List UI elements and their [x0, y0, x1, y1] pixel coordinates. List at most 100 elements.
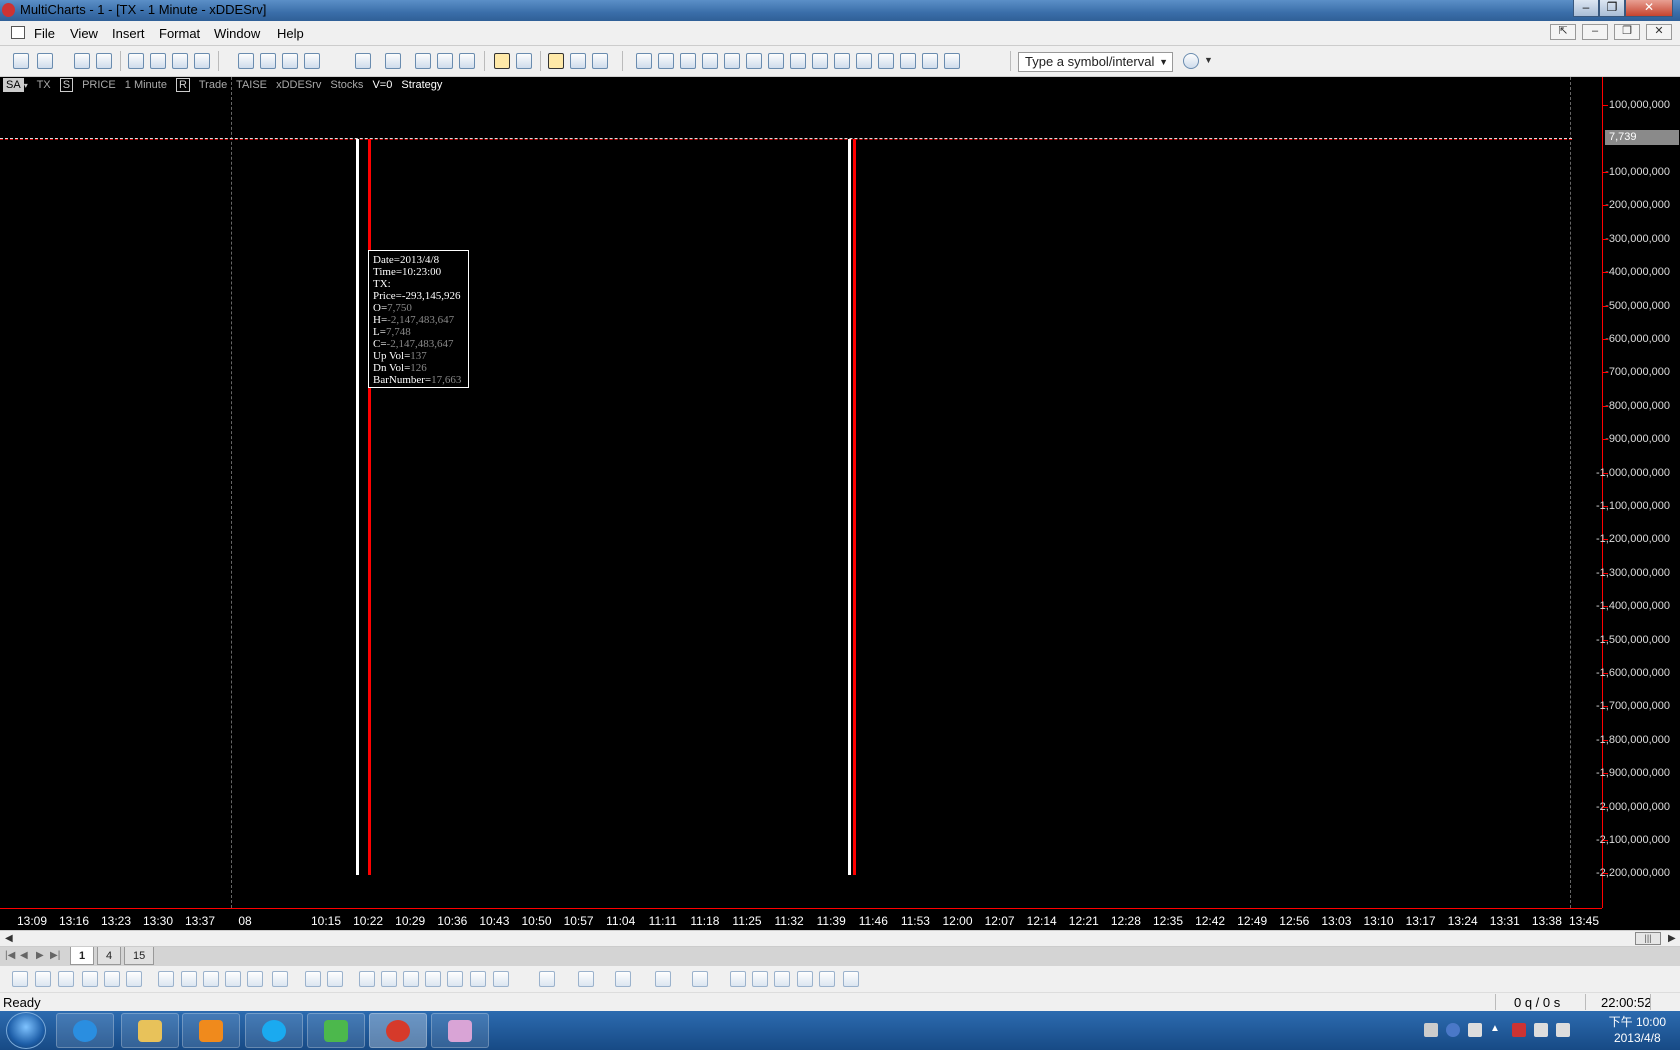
globe-icon[interactable]	[1183, 53, 1199, 69]
format-study-icon[interactable]	[385, 53, 401, 69]
new-icon[interactable]	[13, 53, 29, 69]
scale-down-icon[interactable]	[746, 53, 762, 69]
dom-window-icon[interactable]	[172, 53, 188, 69]
fibonacci-fan-icon[interactable]	[181, 971, 197, 987]
scroll-right-icon[interactable]	[790, 53, 806, 69]
tick-chart-icon[interactable]	[539, 971, 555, 987]
cycle-lines-icon[interactable]	[247, 971, 263, 987]
drag-icon[interactable]	[592, 53, 608, 69]
scroll-left-end-icon[interactable]	[636, 53, 652, 69]
menu-help[interactable]: Help	[277, 26, 304, 41]
week-chart-icon[interactable]	[774, 971, 790, 987]
scale-up-icon[interactable]	[724, 53, 740, 69]
taskbar-ie[interactable]	[56, 1013, 114, 1048]
zoom-bars-out-icon[interactable]	[834, 53, 850, 69]
taskbar-skype[interactable]	[245, 1013, 303, 1048]
chart-area[interactable]: SA ▾ TX S PRICE 1 Minute R Trade TAISE xD…	[0, 77, 1602, 908]
mdi-minimize-button[interactable]: –	[1582, 24, 1608, 40]
close-button[interactable]: ✕	[1625, 0, 1673, 17]
crosshair-icon[interactable]	[516, 53, 532, 69]
arrow-up-icon[interactable]	[493, 971, 509, 987]
document-icon[interactable]	[11, 26, 25, 39]
open-icon[interactable]	[37, 53, 53, 69]
save-icon[interactable]	[74, 53, 90, 69]
prev-sheet-icon[interactable]: ◀	[20, 950, 28, 961]
minute-chart-icon[interactable]	[692, 971, 708, 987]
start-button-icon[interactable]	[6, 1012, 46, 1049]
second-chart-icon[interactable]	[655, 971, 671, 987]
show-hidden-icons-icon[interactable]: ▲	[1490, 1023, 1504, 1037]
s-button[interactable]: S	[59, 78, 74, 92]
scroll-left-arrow-icon[interactable]: ◀	[5, 931, 13, 946]
vertical-line-icon[interactable]	[58, 971, 74, 987]
action-center-icon[interactable]	[1512, 1023, 1526, 1037]
line-chart-icon[interactable]	[282, 53, 298, 69]
text-icon[interactable]	[381, 971, 397, 987]
maximize-button[interactable]: ❐	[1599, 0, 1625, 17]
channel-icon[interactable]	[104, 971, 120, 987]
fibonacci-retracement-icon[interactable]	[158, 971, 174, 987]
arc-icon[interactable]	[447, 971, 463, 987]
taskbar-multicharts[interactable]	[369, 1013, 427, 1048]
year-chart-icon[interactable]	[843, 971, 859, 987]
rectangle-icon[interactable]	[403, 971, 419, 987]
insert-signal-icon[interactable]	[437, 53, 453, 69]
quarter-chart-icon[interactable]	[819, 971, 835, 987]
parallel-lines-icon[interactable]	[82, 971, 98, 987]
chart-window-icon[interactable]	[128, 53, 144, 69]
horizontal-line-icon[interactable]	[35, 971, 51, 987]
regression-channel-icon[interactable]	[305, 971, 321, 987]
multicharts-app-icon[interactable]	[2, 3, 15, 17]
help-icon[interactable]	[1446, 1023, 1460, 1037]
menu-insert[interactable]: Insert	[112, 26, 145, 41]
trendline-icon[interactable]	[12, 971, 28, 987]
first-sheet-icon[interactable]: |◀	[5, 950, 15, 961]
format-symbol-icon[interactable]	[355, 53, 371, 69]
mdi-close-button[interactable]: ✕	[1646, 24, 1672, 40]
minimize-button[interactable]: –	[1573, 0, 1599, 17]
scrollbar-thumb[interactable]: |||	[1635, 932, 1661, 945]
scroll-left-icon[interactable]	[768, 53, 784, 69]
chart-style-icon[interactable]	[304, 53, 320, 69]
scroll-right-end-icon[interactable]	[658, 53, 674, 69]
ellipse-icon[interactable]	[425, 971, 441, 987]
range-chart-icon[interactable]	[615, 971, 631, 987]
time-axis[interactable]: 13:09 13:16 13:23 13:30 13:37 08 10:15 10:22 10:…	[0, 908, 1602, 930]
scroll-right-arrow-icon[interactable]: ▶	[1668, 931, 1676, 946]
pitchfork-icon[interactable]	[126, 971, 142, 987]
gann-fan-icon[interactable]	[225, 971, 241, 987]
scanner-window-icon[interactable]	[150, 53, 166, 69]
menu-view[interactable]: View	[70, 26, 98, 41]
pointer-icon[interactable]	[494, 53, 510, 69]
price-bar-up[interactable]	[848, 139, 851, 875]
mdi-restore-button[interactable]: ❐	[1614, 24, 1640, 40]
keyboard-icon[interactable]	[1424, 1023, 1438, 1037]
sheet-tab-4[interactable]: 4	[97, 947, 122, 965]
refresh-icon[interactable]	[900, 53, 916, 69]
playback-icon[interactable]	[922, 53, 938, 69]
compress-icon[interactable]	[702, 53, 718, 69]
taskbar-messenger[interactable]	[307, 1013, 365, 1048]
chevron-down-icon[interactable]: ▼	[1159, 53, 1168, 71]
day-chart-icon[interactable]	[752, 971, 768, 987]
r-button[interactable]: R	[176, 78, 190, 92]
sheet-tab-1[interactable]: 1	[70, 947, 95, 965]
price-bar-down[interactable]	[853, 139, 856, 875]
sa-button[interactable]: SA	[3, 78, 24, 92]
mdi-float-button[interactable]: ⇱	[1550, 24, 1576, 40]
data-tips-icon[interactable]	[548, 53, 564, 69]
ime-icon[interactable]	[1468, 1023, 1482, 1037]
grid-icon[interactable]	[327, 971, 343, 987]
menu-file[interactable]: File	[34, 26, 55, 41]
arrow-down-icon[interactable]	[470, 971, 486, 987]
taskbar-paint[interactable]	[431, 1013, 489, 1048]
text-box-icon[interactable]	[359, 971, 375, 987]
strategy-check-icon[interactable]	[459, 53, 475, 69]
visibility-icon[interactable]	[944, 53, 960, 69]
next-sheet-icon[interactable]: ▶	[36, 950, 44, 961]
fibonacci-extension-icon[interactable]	[203, 971, 219, 987]
zoom-in-icon[interactable]	[856, 53, 872, 69]
taskbar-media-player[interactable]	[182, 1013, 240, 1048]
taskbar-clock[interactable]: 下午 10:00 2013/4/8	[1609, 1014, 1666, 1046]
month-chart-icon[interactable]	[797, 971, 813, 987]
